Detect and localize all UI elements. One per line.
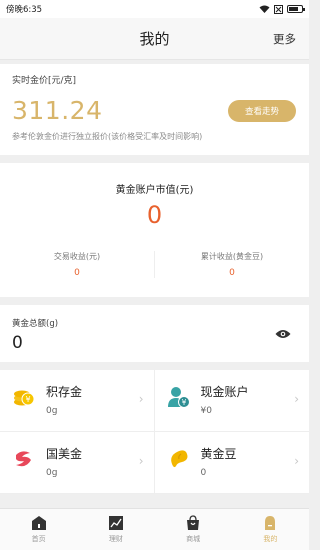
coins-icon: ¥: [14, 390, 35, 406]
status-icons: [259, 4, 305, 14]
price-note: 参考伦敦金价进行独立报价(该价格受汇率及时间影响): [12, 132, 203, 141]
account-sub-stats: 交易收益(元) 0 累计收益(黄金豆) 0: [0, 251, 309, 278]
tab-bar: 首页 理财 商城 我的: [0, 508, 309, 550]
tab-label: 首页: [31, 535, 46, 543]
grid-item-value: 0g: [46, 468, 58, 478]
asset-grid: ¥ 积存金 0g › ¥ 现金账户 ¥0 › 国美金 0g › 黄金豆 0 ›: [0, 370, 309, 494]
chart-icon: [108, 516, 123, 530]
price-card: 实时金价[元/克] 311.24 查看走势 参考伦敦金价进行独立报价(该价格受汇…: [0, 64, 309, 155]
tab-home[interactable]: 首页: [0, 509, 77, 550]
cumulative-income-value: 0: [229, 268, 235, 278]
total-gold-value: 0: [12, 333, 23, 353]
eye-icon[interactable]: [275, 329, 291, 339]
gome-logo-icon: [16, 451, 31, 467]
grid-item-name: 黄金豆: [200, 447, 237, 461]
shopping-bag-icon: [187, 515, 200, 530]
svg-text:¥: ¥: [25, 395, 30, 404]
account-value: 0: [146, 201, 163, 229]
tab-label: 商城: [186, 535, 201, 543]
grid-item-name: 积存金: [46, 385, 83, 399]
header: 我的 更多: [0, 18, 309, 60]
total-gold-card: 黄金总额(g) 0: [0, 305, 309, 362]
account-card: 黄金账户市值(元) 0 交易收益(元) 0 累计收益(黄金豆) 0: [0, 163, 309, 297]
chevron-right-icon: ›: [138, 392, 144, 406]
price-label: 实时金价[元/克]: [12, 76, 77, 86]
chevron-right-icon: ›: [294, 392, 299, 406]
battery-icon: [287, 5, 305, 13]
sim-icon: [274, 4, 283, 14]
cumulative-income-stat: 累计收益(黄金豆) 0: [154, 251, 309, 278]
grid-item-value: ¥0: [200, 406, 212, 416]
tab-mine[interactable]: 我的: [232, 509, 309, 550]
chevron-right-icon: ›: [294, 454, 299, 468]
chevron-right-icon: ›: [138, 454, 144, 468]
more-button[interactable]: 更多: [273, 31, 296, 47]
grid-item-name: 国美金: [46, 447, 83, 461]
profile-icon: [265, 516, 276, 530]
grid-item-value: 0g: [46, 406, 58, 416]
bean-icon: [170, 450, 187, 468]
trade-income-stat: 交易收益(元) 0: [0, 251, 154, 278]
user-yuan-icon: ¥: [167, 387, 190, 408]
home-icon: [31, 516, 46, 530]
tab-label: 理财: [108, 535, 123, 543]
grid-item-jicunjin[interactable]: ¥ 积存金 0g ›: [0, 370, 155, 432]
grid-item-value: 0: [200, 468, 207, 478]
trade-income-value: 0: [74, 268, 80, 278]
svg-text:¥: ¥: [181, 398, 186, 407]
tab-label: 我的: [263, 535, 278, 543]
page-title: 我的: [139, 30, 170, 48]
grid-item-name: 现金账户: [200, 385, 249, 399]
grid-item-cash-account[interactable]: ¥ 现金账户 ¥0 ›: [154, 370, 309, 432]
status-bar: 傍晚6:35: [0, 0, 309, 18]
wifi-icon: [259, 5, 270, 13]
grid-item-guomeijin[interactable]: 国美金 0g ›: [0, 432, 155, 494]
account-title: 黄金账户市值(元): [115, 185, 194, 196]
grid-item-gold-beans[interactable]: 黄金豆 0 ›: [154, 432, 309, 494]
tab-mall[interactable]: 商城: [155, 509, 232, 550]
total-gold-label: 黄金总额(g): [12, 319, 59, 329]
view-trend-button[interactable]: 查看走势: [228, 100, 296, 122]
cumulative-income-label: 累计收益(黄金豆): [200, 252, 264, 261]
status-time: 傍晚6:35: [6, 5, 43, 15]
trade-income-label: 交易收益(元): [53, 252, 101, 261]
tab-finance[interactable]: 理财: [77, 509, 154, 550]
